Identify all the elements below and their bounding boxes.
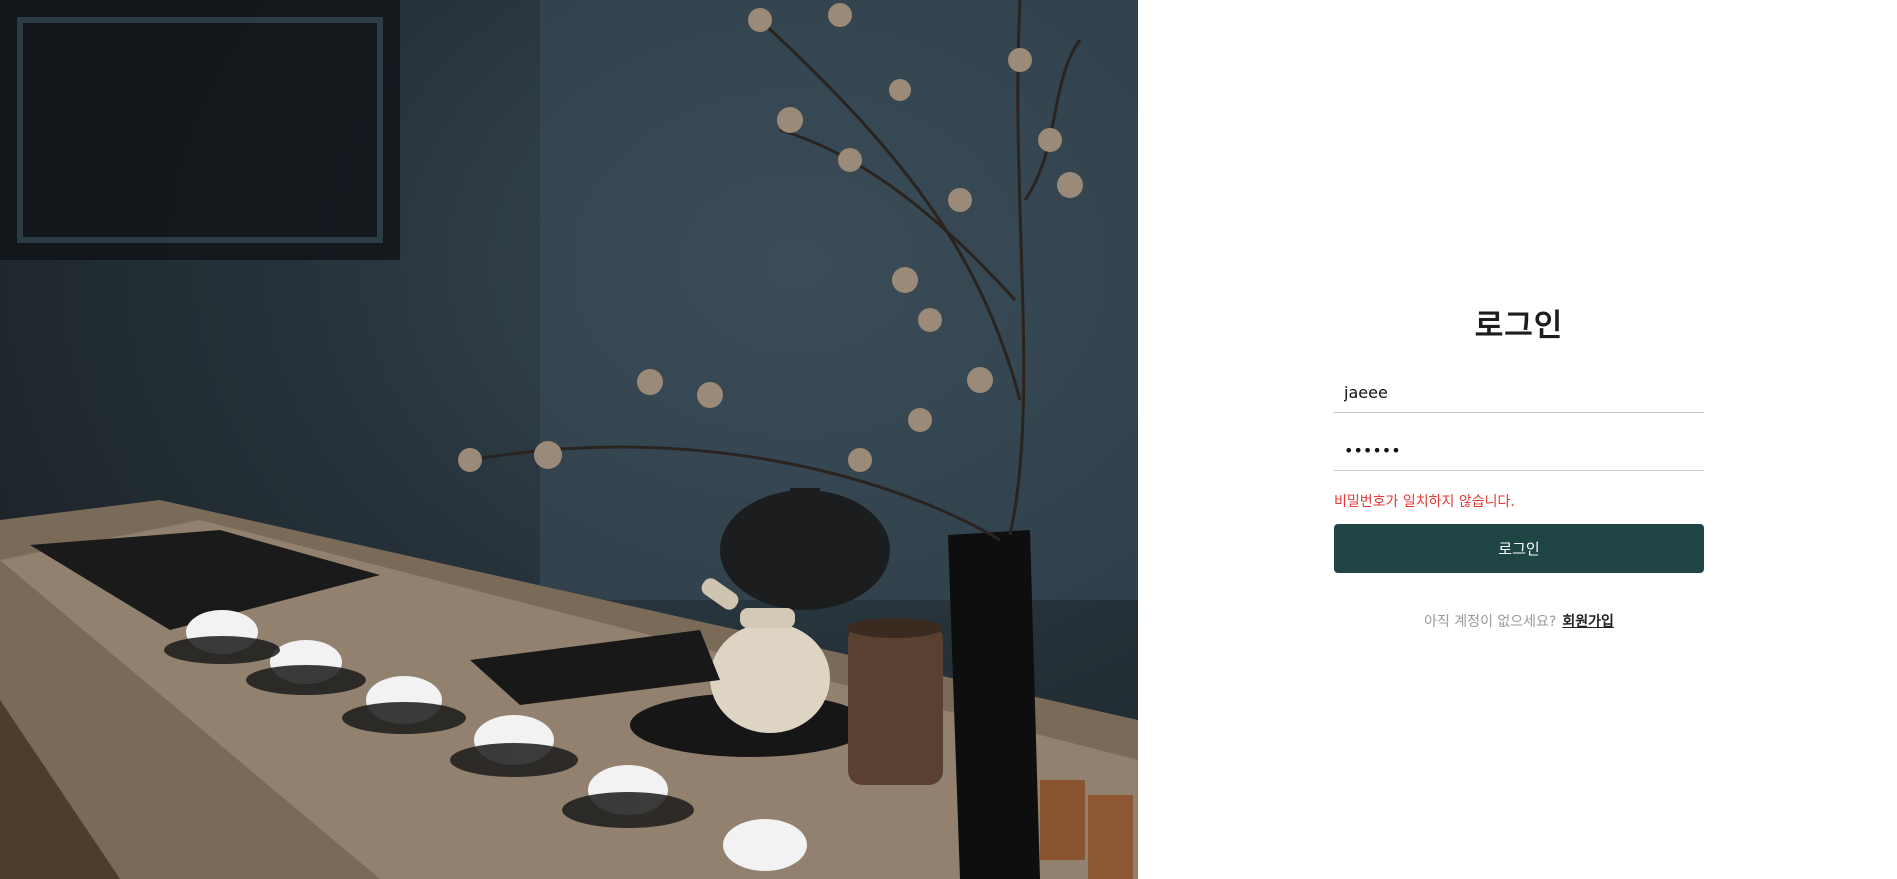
signup-prompt: 아직 계정이 없으세요? [1424,614,1557,630]
login-panel: 로그인 비밀번호가 일치하지 않습니다. 로그인 아직 계정이 없으세요? 회원가… [1138,0,1897,879]
hero-tea-photo [0,0,1138,879]
username-input[interactable] [1334,373,1704,413]
signup-link[interactable]: 회원가입 [1562,614,1614,630]
error-message: 비밀번호가 일치하지 않습니다. [1334,494,1515,510]
signup-row: 아직 계정이 없으세요? 회원가입 [1334,611,1704,631]
login-button[interactable]: 로그인 [1334,524,1704,573]
login-title: 로그인 [1474,308,1564,344]
password-input[interactable] [1334,431,1704,471]
login-form: 로그인 비밀번호가 일치하지 않습니다. 로그인 아직 계정이 없으세요? 회원가… [1334,300,1704,631]
tea-scene-illustration [0,0,1138,879]
